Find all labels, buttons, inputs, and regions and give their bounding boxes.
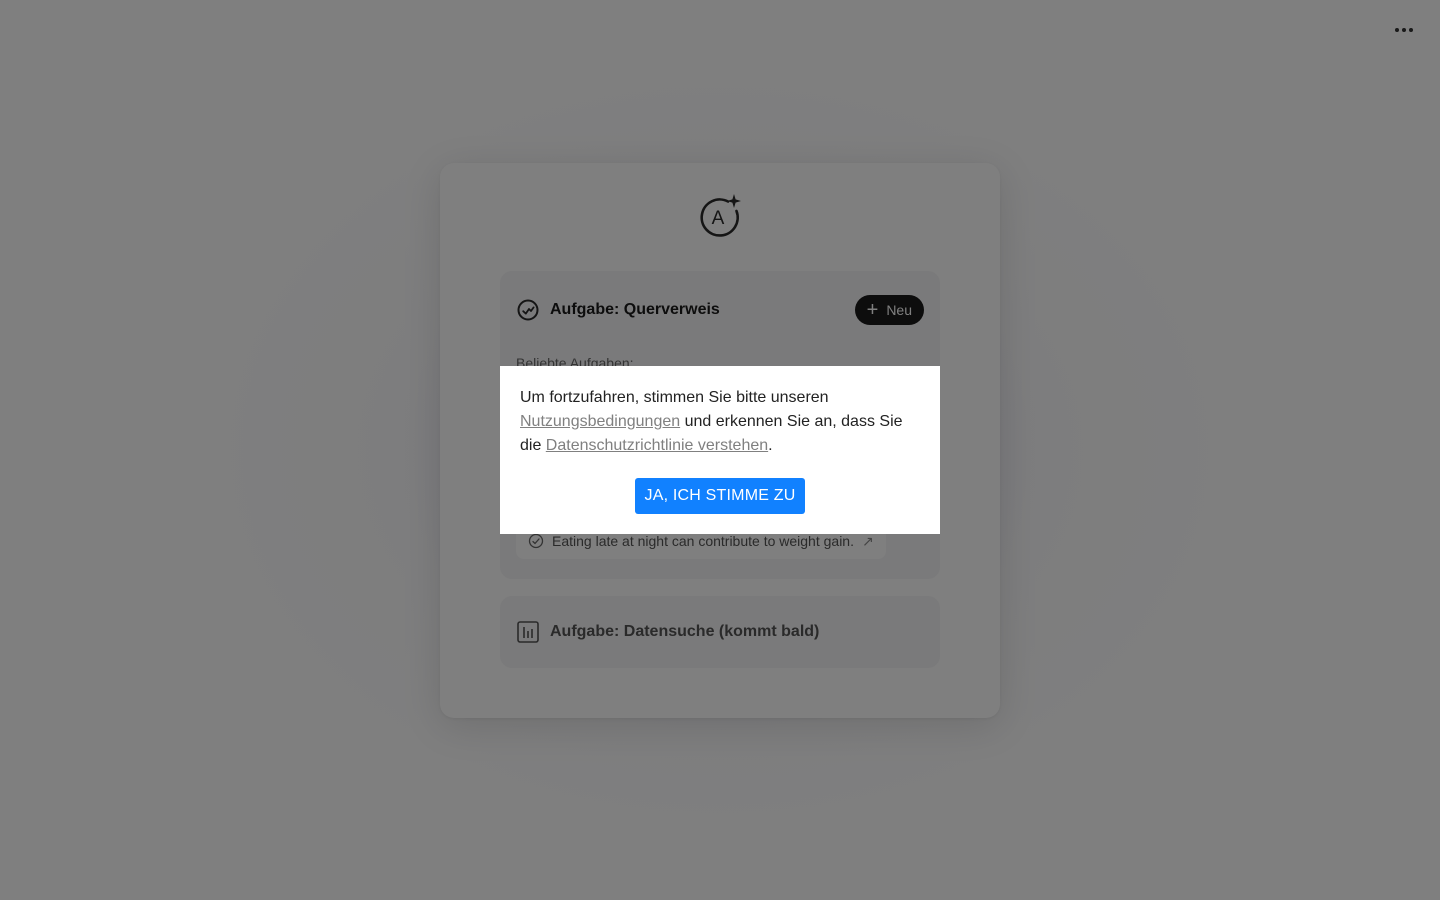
consent-text: Um fortzufahren, stimmen Sie bitte unser… xyxy=(520,386,920,458)
terms-link[interactable]: Nutzungsbedingungen xyxy=(520,413,680,430)
consent-modal: Um fortzufahren, stimmen Sie bitte unser… xyxy=(500,366,940,534)
consent-text-part1: Um fortzufahren, stimmen Sie bitte unser… xyxy=(520,389,829,406)
agree-button[interactable]: JA, ICH STIMME ZU xyxy=(635,478,805,514)
consent-text-part3: . xyxy=(768,437,773,454)
privacy-link[interactable]: Datenschutzrichtlinie verstehen xyxy=(546,437,768,454)
